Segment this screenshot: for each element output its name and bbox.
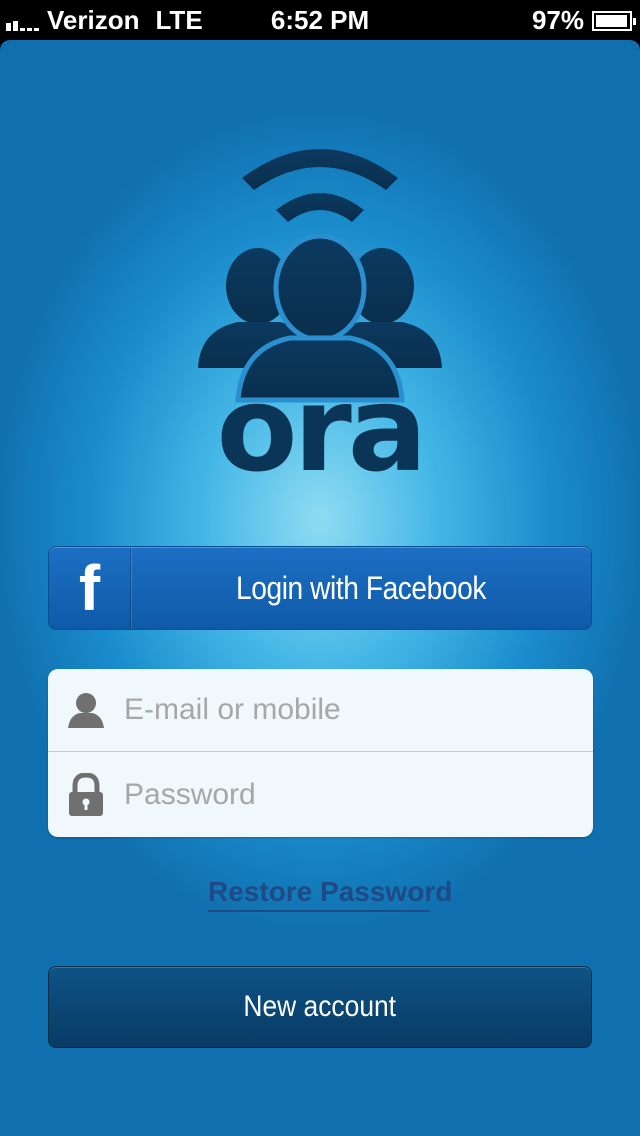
status-right: 97%	[531, 5, 636, 36]
battery-fill	[596, 14, 628, 27]
password-input[interactable]	[124, 764, 564, 825]
password-field-row	[48, 753, 593, 836]
email-input[interactable]	[124, 680, 564, 740]
login-screen: ora f Login with Facebook E-mail or mobi…	[0, 40, 640, 1136]
facebook-f-icon: f	[49, 547, 131, 629]
facebook-button-label: Login with Facebook	[236, 569, 486, 606]
person-icon	[48, 669, 124, 751]
restore-password-link[interactable]: Restore Password	[208, 876, 452, 912]
login-with-facebook-button[interactable]: f Login with Facebook	[48, 546, 592, 630]
ora-logo: ora	[198, 149, 442, 480]
email-field-row	[48, 669, 593, 752]
login-form	[48, 669, 593, 837]
battery-icon	[592, 10, 636, 31]
battery-percent: 97%	[531, 5, 584, 35]
lock-icon	[48, 753, 124, 836]
logo-text: ora	[217, 360, 424, 480]
status-bar: Verizon LTE 6:52 PM 97%	[0, 0, 640, 40]
new-account-button[interactable]: New account	[48, 966, 592, 1048]
new-account-label: New account	[243, 990, 397, 1023]
